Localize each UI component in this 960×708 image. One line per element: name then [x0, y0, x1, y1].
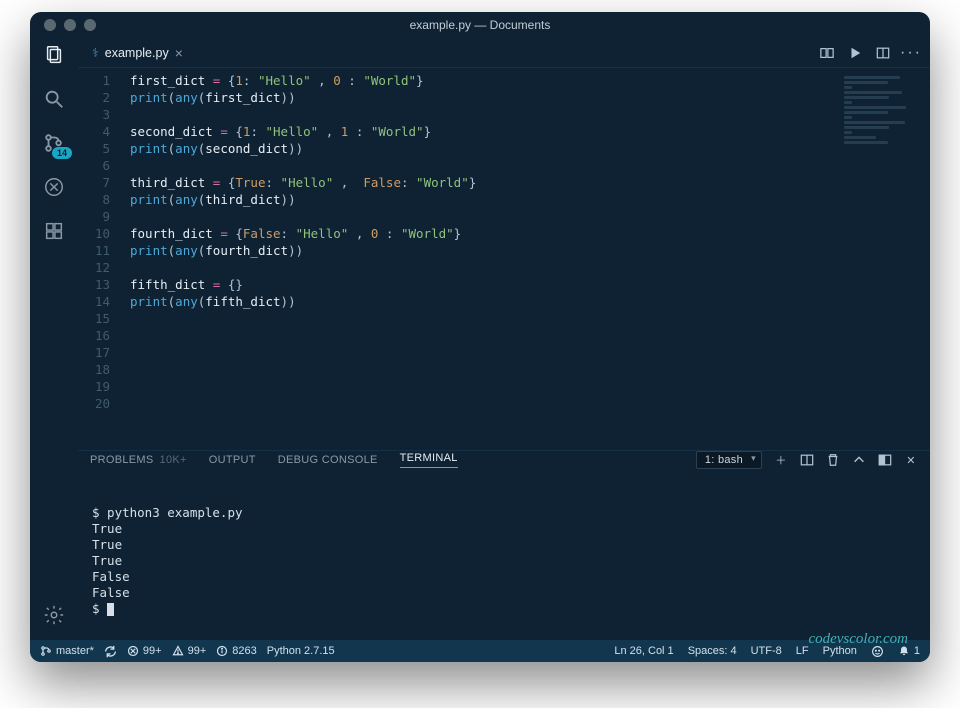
toggle-panel-icon[interactable]	[878, 453, 892, 467]
run-icon[interactable]	[848, 46, 862, 60]
panel-tabs: PROBLEMS 10K+ OUTPUT DEBUG CONSOLE TERMI…	[78, 451, 930, 469]
explorer-icon[interactable]	[41, 42, 67, 68]
vscode-window: example.py — Documents 14	[30, 12, 930, 662]
split-editor-icon[interactable]	[876, 46, 890, 60]
close-tab-icon[interactable]: ×	[175, 45, 183, 61]
titlebar: example.py — Documents	[30, 12, 930, 38]
close-window-button[interactable]	[44, 19, 56, 31]
terminal-controls: 1: bash ＋ ✕	[696, 451, 918, 469]
scm-icon[interactable]: 14	[41, 130, 67, 156]
bottom-panel: PROBLEMS 10K+ OUTPUT DEBUG CONSOLE TERMI…	[78, 450, 930, 640]
close-panel-icon[interactable]: ✕	[904, 453, 918, 467]
tab-filename: example.py	[105, 46, 169, 60]
debug-icon[interactable]	[41, 174, 67, 200]
terminal-selector[interactable]: 1: bash	[696, 451, 762, 469]
minimap[interactable]	[844, 74, 924, 144]
editor-group: ⚕ example.py × ··· 123456789101112131415…	[78, 38, 930, 640]
workbench: 14 ⚕ example.py ×	[30, 38, 930, 640]
split-terminal-icon[interactable]	[800, 453, 814, 467]
extensions-icon[interactable]	[41, 218, 67, 244]
compare-icon[interactable]	[820, 46, 834, 60]
tab-problems[interactable]: PROBLEMS 10K+	[90, 454, 187, 466]
search-icon[interactable]	[41, 86, 67, 112]
minimize-window-button[interactable]	[64, 19, 76, 31]
maximize-panel-icon[interactable]	[852, 453, 866, 467]
tab-bar: ⚕ example.py × ···	[78, 38, 930, 68]
tab-debug-console[interactable]: DEBUG CONSOLE	[278, 454, 378, 466]
window-title: example.py — Documents	[410, 18, 551, 32]
scm-badge: 14	[52, 147, 72, 159]
line-numbers: 1234567891011121314151617181920	[78, 68, 122, 450]
file-tab[interactable]: ⚕ example.py ×	[82, 38, 193, 68]
watermark: codevscolor.com	[808, 631, 908, 647]
terminal-output[interactable]: $ python3 example.pyTrueTrueTrueFalseFal…	[78, 469, 930, 653]
tab-output[interactable]: OUTPUT	[209, 454, 256, 466]
code-editor[interactable]: 1234567891011121314151617181920 first_di…	[78, 68, 930, 450]
editor-actions: ···	[820, 46, 918, 60]
python-file-icon: ⚕	[92, 45, 99, 60]
kill-terminal-icon[interactable]	[826, 453, 840, 467]
window-controls	[30, 19, 96, 31]
code-content[interactable]: first_dict = {1: "Hello" , 0 : "World"}p…	[122, 68, 930, 450]
activity-bar: 14	[30, 38, 78, 640]
tab-terminal[interactable]: TERMINAL	[400, 452, 458, 468]
more-icon[interactable]: ···	[904, 46, 918, 60]
maximize-window-button[interactable]	[84, 19, 96, 31]
settings-gear-icon[interactable]	[41, 602, 67, 628]
new-terminal-icon[interactable]: ＋	[774, 453, 788, 467]
